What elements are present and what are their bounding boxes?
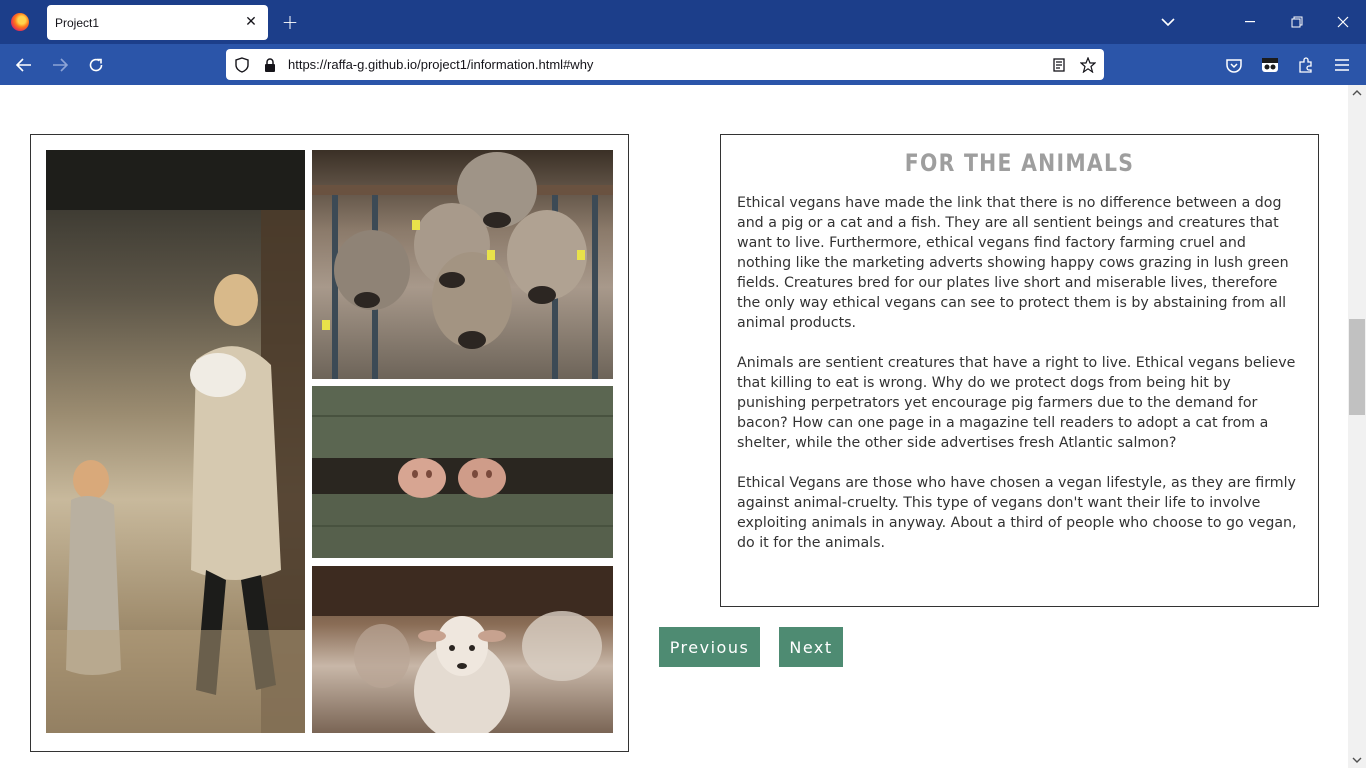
bookmark-star-icon[interactable] bbox=[1078, 55, 1098, 75]
tab-project1[interactable]: Project1 ✕ bbox=[47, 5, 268, 40]
article-paragraph-3: Ethical Vegans are those who have chosen… bbox=[737, 475, 1297, 551]
page-scrollbar[interactable] bbox=[1348, 85, 1366, 768]
restore-icon[interactable] bbox=[1283, 8, 1311, 36]
photo-pigs-peeking-through-planks bbox=[312, 386, 613, 558]
lock-icon[interactable] bbox=[260, 55, 280, 75]
tab-close-icon[interactable]: ✕ bbox=[242, 13, 260, 31]
scroll-up-arrow-icon[interactable] bbox=[1348, 85, 1366, 101]
photo-woman-with-cat-and-child bbox=[46, 150, 305, 733]
list-all-tabs-chevron-icon[interactable] bbox=[1154, 8, 1182, 36]
url-bar[interactable]: https://raffa-g.github.io/project1/infor… bbox=[226, 49, 1104, 80]
photo-cows-behind-fence bbox=[312, 150, 613, 379]
reader-view-icon[interactable] bbox=[1049, 55, 1069, 75]
private-mask-icon[interactable] bbox=[1257, 52, 1283, 78]
reload-icon[interactable] bbox=[83, 52, 109, 78]
page-content: FOR THE ANIMALS Ethical vegans have made… bbox=[0, 85, 1348, 768]
article-card: FOR THE ANIMALS Ethical vegans have made… bbox=[720, 134, 1319, 607]
back-icon[interactable] bbox=[11, 52, 37, 78]
tab-title: Project1 bbox=[55, 15, 100, 30]
article-paragraph-1: Ethical vegans have made the link that t… bbox=[737, 195, 1289, 331]
forward-icon[interactable] bbox=[47, 52, 73, 78]
shield-icon[interactable] bbox=[232, 55, 252, 75]
tab-bar: Project1 ✕ + bbox=[0, 0, 1366, 44]
menu-hamburger-icon[interactable] bbox=[1329, 52, 1355, 78]
photo-gallery bbox=[30, 134, 629, 752]
next-button[interactable]: Next bbox=[779, 627, 843, 667]
firefox-icon[interactable] bbox=[11, 13, 29, 31]
article-title: FOR THE ANIMALS bbox=[904, 149, 1135, 177]
navigation-toolbar: https://raffa-g.github.io/project1/infor… bbox=[0, 44, 1366, 85]
pocket-icon[interactable] bbox=[1221, 52, 1247, 78]
previous-button[interactable]: Previous bbox=[659, 627, 760, 667]
new-tab-plus-icon[interactable]: + bbox=[279, 10, 301, 34]
extensions-puzzle-icon[interactable] bbox=[1293, 52, 1319, 78]
scrollbar-thumb[interactable] bbox=[1349, 319, 1365, 415]
close-window-icon[interactable] bbox=[1329, 8, 1357, 36]
url-text[interactable]: https://raffa-g.github.io/project1/infor… bbox=[288, 57, 593, 72]
scroll-down-arrow-icon[interactable] bbox=[1348, 752, 1366, 768]
minimize-icon[interactable] bbox=[1236, 8, 1264, 36]
article-paragraph-2: Animals are sentient creatures that have… bbox=[737, 355, 1296, 451]
photo-sheep-in-barn bbox=[312, 566, 613, 733]
